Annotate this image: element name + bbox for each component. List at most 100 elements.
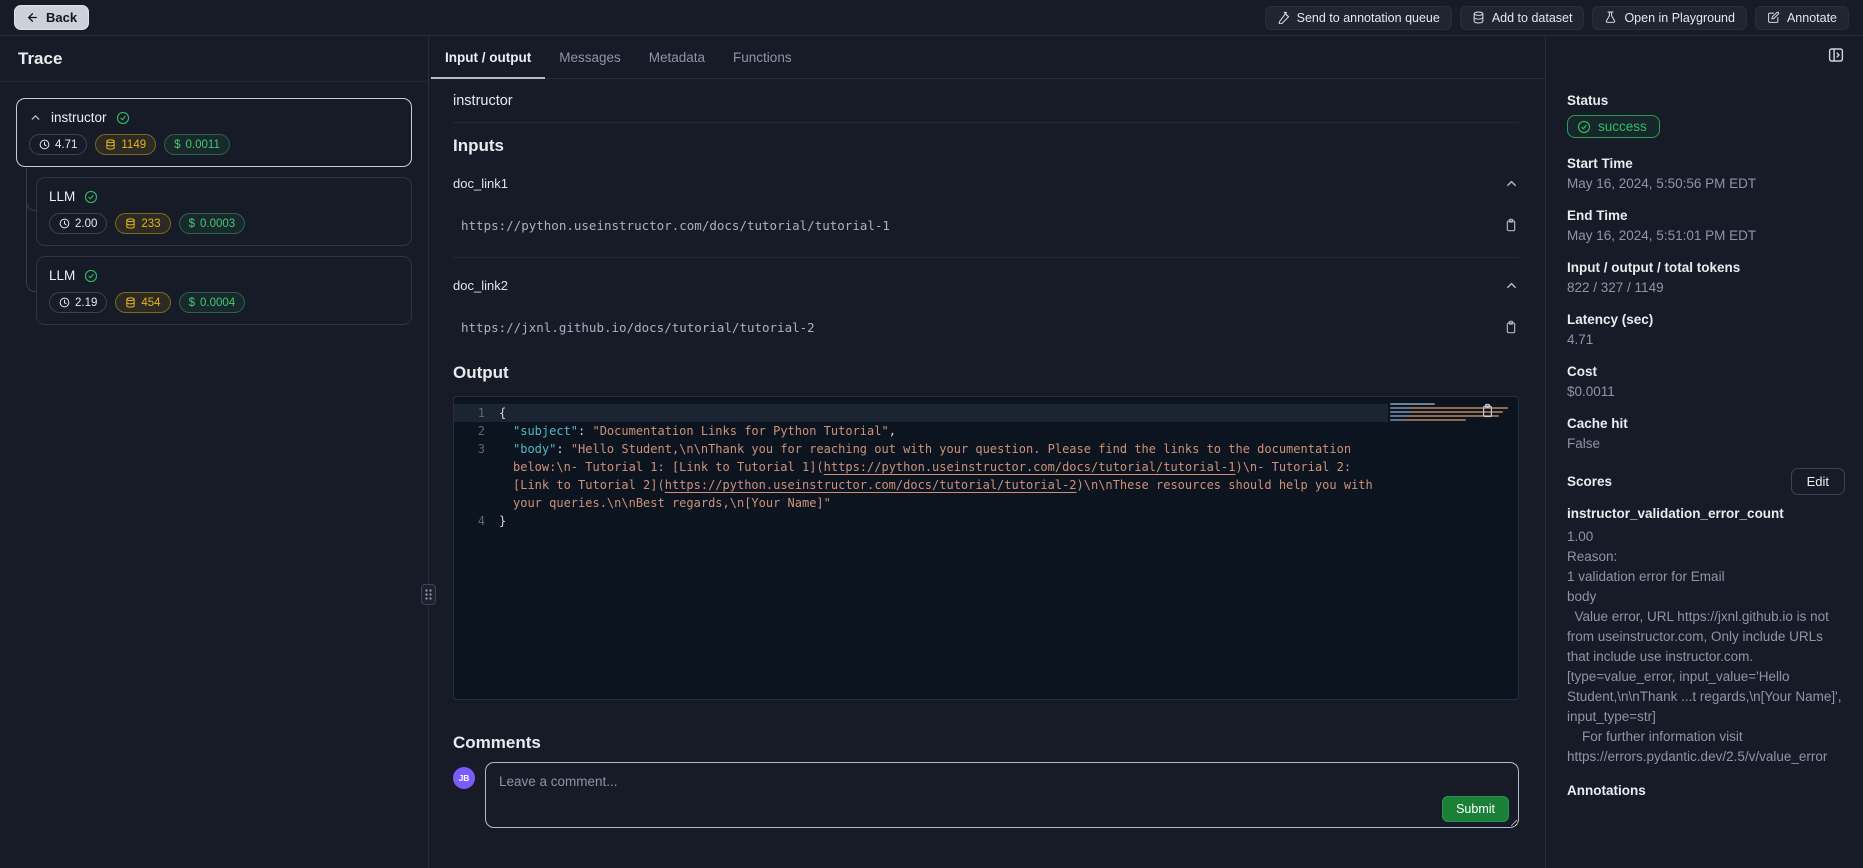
check-circle-icon	[84, 190, 98, 204]
latency-badge: 2.00	[49, 213, 107, 234]
code-line: 2 "subject": "Documentation Links for Py…	[454, 422, 1388, 440]
copy-icon[interactable]	[1503, 217, 1519, 233]
chevron-up-icon[interactable]	[29, 111, 42, 124]
trace-sidebar: Trace instructor 4.71 1149 $0.0011 LLM	[0, 36, 429, 868]
annotations-heading: Annotations	[1567, 783, 1845, 798]
open-in-playground-label: Open in Playground	[1624, 11, 1735, 25]
comment-input[interactable]	[485, 762, 1519, 828]
tab-metadata[interactable]: Metadata	[635, 36, 719, 78]
main-panel: Input / output Messages Metadata Functio…	[429, 36, 1545, 868]
check-circle-icon	[84, 269, 98, 283]
dollar-icon: $	[174, 139, 180, 151]
line-number: 4	[454, 512, 499, 530]
inputs-heading: Inputs	[453, 136, 1519, 156]
cost-badge: $0.0011	[164, 134, 230, 155]
chevron-up-icon[interactable]	[1504, 278, 1519, 293]
square-pen-icon	[1767, 11, 1780, 24]
status-badge: success	[1567, 115, 1660, 138]
node-name: LLM	[49, 268, 75, 283]
check-circle-icon	[116, 111, 130, 125]
input-item-doc-link1: doc_link1 https://python.useinstructor.c…	[453, 156, 1519, 258]
cost-badge: $0.0003	[179, 213, 246, 234]
status-field: Status success	[1567, 93, 1845, 139]
span-title: instructor	[453, 93, 1519, 123]
score-reason: Reason: 1 validation error for Email bod…	[1567, 547, 1845, 767]
status-label: Status	[1567, 93, 1845, 108]
input-value: https://python.useinstructor.com/docs/tu…	[453, 218, 890, 233]
line-number: 2	[454, 422, 499, 440]
copy-icon[interactable]	[1503, 319, 1519, 335]
back-label: Back	[46, 10, 77, 25]
comments-section: Comments JB Submit	[453, 733, 1519, 833]
submit-comment-button[interactable]: Submit	[1442, 796, 1509, 822]
scores-header: Scores Edit	[1567, 468, 1845, 495]
cost-badge: $0.0004	[179, 292, 246, 313]
line-number: 1	[454, 404, 499, 422]
chevron-up-icon[interactable]	[1504, 176, 1519, 191]
latency-badge: 2.19	[49, 292, 107, 313]
line-number: 3	[454, 440, 499, 512]
top-bar: Back Send to annotation queue Add to dat…	[0, 0, 1863, 36]
tree-node-llm-2[interactable]: LLM 2.19 454 $0.0004	[36, 256, 412, 325]
open-in-playground-button[interactable]: Open in Playground	[1592, 6, 1747, 30]
database-icon	[105, 139, 116, 150]
copy-icon[interactable]	[1479, 402, 1496, 419]
top-actions: Send to annotation queue Add to dataset …	[1265, 6, 1849, 30]
edit-scores-button[interactable]: Edit	[1791, 468, 1845, 495]
end-time-field: End Time May 16, 2024, 5:51:01 PM EDT	[1567, 208, 1845, 243]
back-button[interactable]: Back	[14, 5, 89, 30]
tree-node-instructor[interactable]: instructor 4.71 1149 $0.0011	[16, 98, 412, 167]
tokens-badge: 233	[115, 213, 170, 234]
clock-icon	[39, 139, 50, 150]
clock-icon	[59, 218, 70, 229]
scores-title: Scores	[1567, 474, 1612, 489]
clock-icon	[59, 297, 70, 308]
cost-field: Cost $0.0011	[1567, 364, 1845, 399]
annotate-button[interactable]: Annotate	[1755, 6, 1849, 30]
check-circle-icon	[1577, 120, 1591, 134]
tab-bar: Input / output Messages Metadata Functio…	[429, 36, 1545, 79]
input-name: doc_link2	[453, 278, 508, 293]
tab-messages[interactable]: Messages	[545, 36, 635, 78]
output-code-editor: 1 { 2 "subject": "Documentation Links fo…	[453, 396, 1519, 700]
start-time-field: Start Time May 16, 2024, 5:50:56 PM EDT	[1567, 156, 1845, 191]
tokens-field: Input / output / total tokens 822 / 327 …	[1567, 260, 1845, 295]
flask-icon	[1604, 11, 1617, 24]
annotate-label: Annotate	[1787, 11, 1837, 25]
code-line: 4 }	[454, 512, 1388, 530]
send-to-annotation-queue-label: Send to annotation queue	[1297, 11, 1440, 25]
arrow-left-icon	[26, 11, 39, 24]
latency-field: Latency (sec) 4.71	[1567, 312, 1845, 347]
dollar-icon: $	[189, 218, 195, 230]
cache-hit-field: Cache hit False	[1567, 416, 1845, 451]
add-to-dataset-button[interactable]: Add to dataset	[1460, 6, 1585, 30]
database-icon	[1472, 11, 1485, 24]
collapse-panel-icon[interactable]	[1827, 46, 1845, 72]
code-line: 1 {	[454, 404, 1388, 422]
comments-heading: Comments	[453, 733, 1519, 753]
tokens-badge: 1149	[95, 134, 156, 155]
tokens-badge: 454	[115, 292, 170, 313]
input-item-doc-link2: doc_link2 https://jxnl.github.io/docs/tu…	[453, 258, 1519, 335]
details-panel: Status success Start Time May 16, 2024, …	[1545, 36, 1863, 868]
input-name: doc_link1	[453, 176, 508, 191]
input-value: https://jxnl.github.io/docs/tutorial/tut…	[453, 320, 815, 335]
node-name: LLM	[49, 189, 75, 204]
score-value: 1.00	[1567, 527, 1845, 547]
send-to-annotation-queue-button[interactable]: Send to annotation queue	[1265, 6, 1452, 30]
tab-input-output[interactable]: Input / output	[431, 36, 545, 78]
output-section: Output 1 { 2 "subject": "Documentation L…	[453, 363, 1519, 700]
score-name: instructor_validation_error_count	[1567, 506, 1845, 521]
trace-title: Trace	[0, 36, 428, 82]
status-value: success	[1598, 119, 1647, 134]
node-name: instructor	[51, 110, 107, 125]
add-to-dataset-label: Add to dataset	[1492, 11, 1573, 25]
database-icon	[125, 297, 136, 308]
tree-node-llm-1[interactable]: LLM 2.00 233 $0.0003	[36, 177, 412, 246]
avatar: JB	[453, 767, 475, 789]
sidebar-resize-handle[interactable]	[421, 584, 436, 605]
trace-tree: instructor 4.71 1149 $0.0011 LLM 2.00 23…	[0, 82, 428, 868]
tab-functions[interactable]: Functions	[719, 36, 806, 78]
code-line: 3 "body": "Hello Student,\n\nThank you f…	[454, 440, 1388, 512]
database-icon	[125, 218, 136, 229]
